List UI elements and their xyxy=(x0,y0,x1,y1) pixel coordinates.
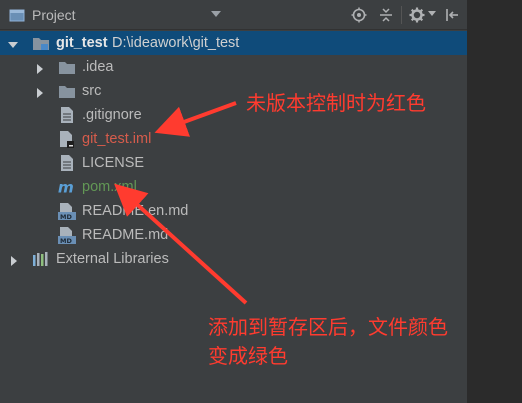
tree-item-pom-xml[interactable]: m pom.xml xyxy=(0,175,467,199)
svg-text:MD: MD xyxy=(60,237,72,244)
tree-item-idea[interactable]: .idea xyxy=(0,55,467,79)
tree-item-label-added: pom.xml xyxy=(82,179,137,195)
toolbar-divider xyxy=(401,6,402,24)
markdown-file-icon: MD xyxy=(58,226,76,244)
tree-item-label: External Libraries xyxy=(56,251,169,267)
tree-item-git-test-iml[interactable]: git_test.iml xyxy=(0,127,467,151)
iml-file-icon xyxy=(58,130,76,148)
project-tool-window: Project git_test D:\ideawork\git_test .i… xyxy=(0,0,522,403)
svg-text:m: m xyxy=(58,178,74,196)
tree-item-readme-md[interactable]: MD README.md xyxy=(0,223,467,247)
collapse-all-icon[interactable] xyxy=(378,7,394,23)
project-header: Project xyxy=(0,0,467,30)
chevron-right-icon[interactable] xyxy=(35,62,45,74)
text-file-icon xyxy=(58,106,76,124)
tree-item-label: README.en.md xyxy=(82,203,189,219)
text-file-icon xyxy=(58,154,76,172)
locate-icon[interactable] xyxy=(351,7,367,23)
chevron-right-icon[interactable] xyxy=(9,254,19,266)
maven-icon: m xyxy=(57,178,75,196)
hide-panel-icon[interactable] xyxy=(444,7,460,23)
project-view-title[interactable]: Project xyxy=(32,7,76,23)
gear-icon[interactable] xyxy=(409,7,425,23)
chevron-down-icon[interactable] xyxy=(211,11,221,17)
library-icon xyxy=(32,250,50,268)
folder-icon xyxy=(58,58,76,76)
svg-text:MD: MD xyxy=(60,213,72,220)
chevron-right-icon[interactable] xyxy=(35,86,45,98)
root-path: D:\ideawork\git_test xyxy=(112,35,240,51)
annotation-untracked-note: 未版本控制时为红色 xyxy=(246,91,426,115)
gear-dropdown-icon[interactable] xyxy=(428,11,436,16)
tree-item-label: .idea xyxy=(82,59,114,75)
markdown-file-icon: MD xyxy=(58,202,76,220)
folder-icon xyxy=(58,82,76,100)
root-name: git_test xyxy=(56,35,108,51)
module-folder-icon xyxy=(32,34,50,52)
tree-item-label-untracked: git_test.iml xyxy=(82,131,152,147)
tree-item-external-libraries[interactable]: External Libraries xyxy=(0,247,467,271)
tree-root-git-test[interactable]: git_test D:\ideawork\git_test xyxy=(0,31,467,55)
annotation-added-note-line2: 变成绿色 xyxy=(208,344,288,368)
annotation-added-note-line1: 添加到暂存区后，文件颜色 xyxy=(208,315,448,339)
editor-gutter xyxy=(467,0,522,403)
chevron-down-icon[interactable] xyxy=(8,38,18,48)
tree-item-label: README.md xyxy=(82,227,169,243)
tree-item-readme-en-md[interactable]: MD README.en.md xyxy=(0,199,467,223)
project-icon xyxy=(8,8,26,22)
tree-item-label: src xyxy=(82,83,102,99)
project-tree: git_test D:\ideawork\git_test .idea src xyxy=(0,31,467,271)
tree-item-label: LICENSE xyxy=(82,155,145,171)
tree-item-label: .gitignore xyxy=(82,107,142,123)
tree-item-license[interactable]: LICENSE xyxy=(0,151,467,175)
